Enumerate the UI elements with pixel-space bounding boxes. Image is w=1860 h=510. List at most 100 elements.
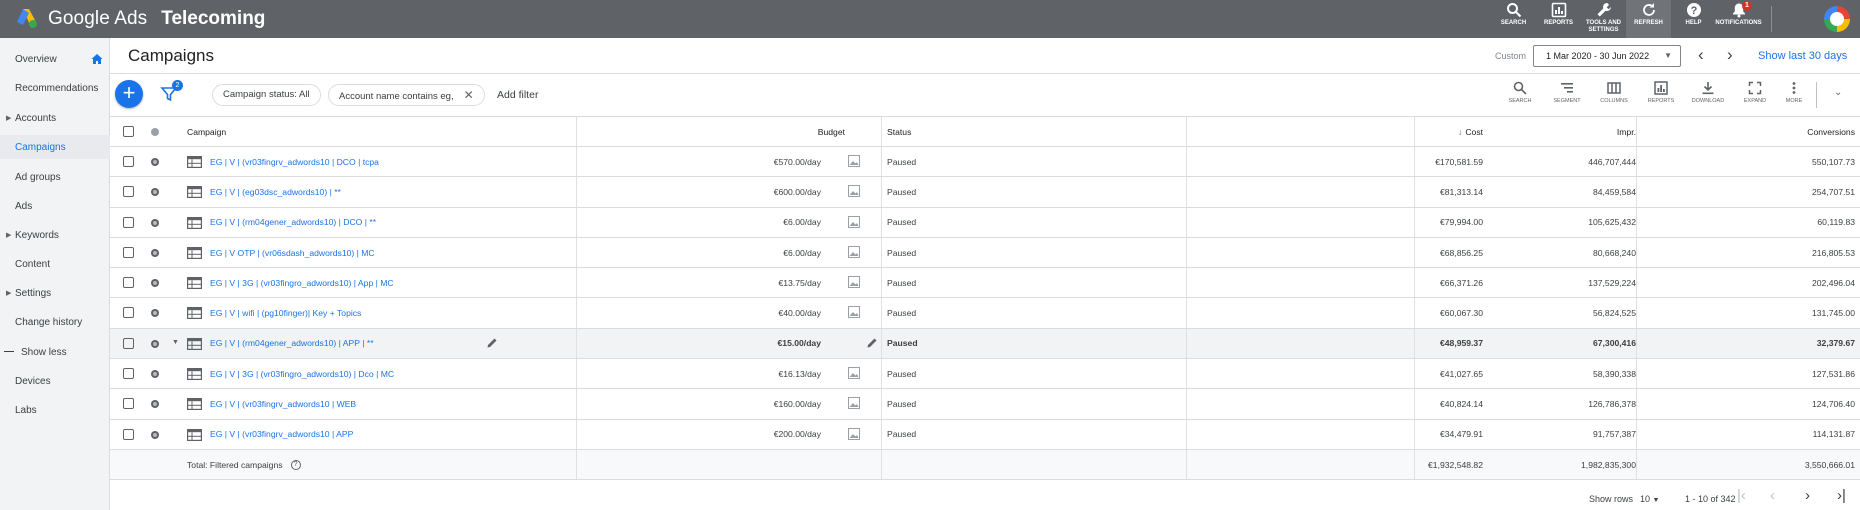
budget-report-icon[interactable] [848,306,860,319]
paused-status-icon[interactable] [151,430,159,439]
topnav-notifications[interactable]: 1 NOTIFICATIONS [1715,0,1762,38]
sidebar-item-overview[interactable]: Overview [0,47,110,71]
campaign-name-link[interactable]: EG | V | (rm04gener_adwords10) | APP | *… [210,329,374,358]
paused-status-icon[interactable] [151,400,159,409]
tool-columns[interactable]: COLUMNS [1592,81,1636,104]
edit-name-pencil-icon[interactable] [486,337,498,349]
topnav-reports[interactable]: REPORTS [1536,0,1581,38]
paused-status-icon[interactable] [151,158,159,166]
row-checkbox[interactable] [123,186,134,198]
sidebar-item-accounts[interactable]: ▶ Accounts [0,106,110,130]
sidebar-item-recommendations[interactable]: Recommendations [0,76,110,100]
previous-period-icon[interactable]: ‹ [1698,46,1704,64]
column-header-status[interactable]: Status [887,117,911,146]
filter-chip-account-name[interactable]: Account name contains eg, ✕ [328,84,485,106]
chevron-down-icon[interactable]: ⌄ [1834,87,1842,98]
budget-report-icon[interactable] [848,397,860,410]
add-campaign-button[interactable]: + [115,80,143,108]
sidebar-item-ads[interactable]: Ads [0,194,110,218]
row-checkbox[interactable] [123,337,134,349]
paused-status-icon[interactable] [151,279,159,288]
sidebar-item-devices[interactable]: Devices [0,369,110,393]
row-checkbox[interactable] [123,307,134,319]
paused-status-icon[interactable] [151,309,159,318]
account-name[interactable]: Telecoming [161,8,265,30]
budget-report-icon[interactable] [848,427,860,440]
budget-report-icon[interactable] [848,215,860,228]
campaign-name-link[interactable]: EG | V | (rm04gener_adwords10) | DCO | *… [210,208,376,237]
campaign-name-link[interactable]: EG | V | 3G | (vr03fingro_adwords10) | D… [210,359,394,388]
show-rows-select[interactable]: 10 ▼ [1640,494,1659,504]
user-avatar[interactable] [1824,6,1850,32]
select-all-checkbox[interactable] [123,126,134,137]
budget-report-icon[interactable] [848,276,860,289]
paused-status-icon[interactable] [151,218,159,227]
budget-report-icon[interactable] [848,245,860,258]
row-checkbox[interactable] [123,216,134,228]
table-row[interactable]: EG | V | (vr03fingrv_adwords10 | WEB €160… [110,389,1860,420]
table-row[interactable]: EG | V | (eg03dsc_adwords10) | ** €600.00… [110,177,1860,208]
budget-report-icon[interactable] [848,185,860,198]
date-range-picker[interactable]: 1 Mar 2020 - 30 Jun 2022 ▼ [1533,45,1681,67]
campaign-name-link[interactable]: EG | V | (vr03fingrv_adwords10 | DCO | t… [210,147,379,176]
campaign-name-link[interactable]: EG | V | (vr03fingrv_adwords10 | APP [210,420,353,449]
row-checkbox[interactable] [123,246,134,258]
table-row[interactable]: EG | V OTP | (vr06sdash_adwords10) | MC €… [110,237,1860,269]
tool-search[interactable]: SEARCH [1498,81,1542,104]
sidebar-item-show-less[interactable]: Show less [0,340,110,364]
paused-status-icon[interactable] [151,339,159,348]
table-row[interactable]: ▼ EG | V | (rm04gener_adwords10) | APP | … [110,328,1860,360]
edit-pencil-icon[interactable] [866,337,878,349]
google-ads-logo[interactable]: Google Ads [14,8,147,30]
topnav-search[interactable]: SEARCH [1491,0,1536,38]
sidebar-item-change-history[interactable]: Change history [0,310,110,334]
close-icon[interactable]: ✕ [464,88,474,102]
tool-reports[interactable]: REPORTS [1639,81,1683,104]
row-checkbox[interactable] [123,368,134,380]
column-header-campaign[interactable]: Campaign [187,117,226,146]
first-page-icon[interactable]: |‹ [1737,488,1746,504]
campaign-name-link[interactable]: EG | V | 3G | (vr03fingro_adwords10) | A… [210,268,394,297]
show-last-30-days-link[interactable]: Show last 30 days [1758,50,1847,62]
row-checkbox[interactable] [123,398,134,410]
last-page-icon[interactable]: ›| [1837,488,1846,504]
table-row[interactable]: EG | V | (rm04gener_adwords10) | DCO | *… [110,207,1860,238]
tool-segment[interactable]: SEGMENT [1545,81,1589,104]
table-row[interactable]: EG | V | wifi | (pg10finger)| Key + Topi… [110,298,1860,329]
column-header-budget[interactable]: Budget [576,117,845,146]
topnav-help[interactable]: ? HELP [1671,0,1716,38]
topnav-tools[interactable]: TOOLS AND SETTINGS [1581,0,1626,38]
filter-chip-campaign-status[interactable]: Campaign status: All [212,84,321,106]
sidebar-item-settings[interactable]: ▶ Settings [0,281,110,305]
help-circle-icon[interactable]: ? [290,459,301,470]
row-checkbox[interactable] [123,277,134,289]
tool-download[interactable]: DOWNLOAD [1686,81,1730,104]
budget-report-icon[interactable] [848,155,860,167]
row-checkbox[interactable] [123,156,134,167]
add-filter-button[interactable]: Add filter [497,89,538,101]
tool-more[interactable]: MORE [1772,81,1816,104]
sidebar-item-content[interactable]: Content [0,252,110,276]
table-row[interactable]: EG | V | (vr03fingrv_adwords10 | APP €200… [110,419,1860,450]
row-checkbox[interactable] [123,428,134,440]
budget-report-icon[interactable] [848,367,860,380]
campaign-name-link[interactable]: EG | V | (vr03fingrv_adwords10 | WEB [210,389,356,418]
topnav-refresh[interactable]: REFRESH [1626,0,1671,38]
chevron-down-icon[interactable]: ▼ [172,339,179,346]
campaign-name-link[interactable]: EG | V OTP | (vr06sdash_adwords10) | MC [210,238,375,267]
table-row[interactable]: EG | V | 3G | (vr03fingro_adwords10) | A… [110,268,1860,299]
column-header-impr[interactable]: Impr. [1414,117,1636,146]
next-page-icon[interactable]: › [1805,488,1810,504]
column-header-conversions[interactable]: Conversions [1636,117,1855,146]
previous-page-icon[interactable]: ‹ [1770,488,1775,504]
next-period-icon[interactable]: › [1727,46,1733,64]
paused-status-icon[interactable] [151,370,159,379]
campaign-name-link[interactable]: EG | V | wifi | (pg10finger)| Key + Topi… [210,298,361,327]
sidebar-item-labs[interactable]: Labs [0,398,110,422]
paused-status-icon[interactable] [151,248,159,257]
paused-status-icon[interactable] [151,188,159,197]
sidebar-item-ad-groups[interactable]: Ad groups [0,165,110,189]
sidebar-item-campaigns[interactable]: Campaigns [0,135,110,159]
campaign-name-link[interactable]: EG | V | (eg03dsc_adwords10) | ** [210,177,341,206]
sidebar-item-keywords[interactable]: ▶ Keywords [0,223,110,247]
